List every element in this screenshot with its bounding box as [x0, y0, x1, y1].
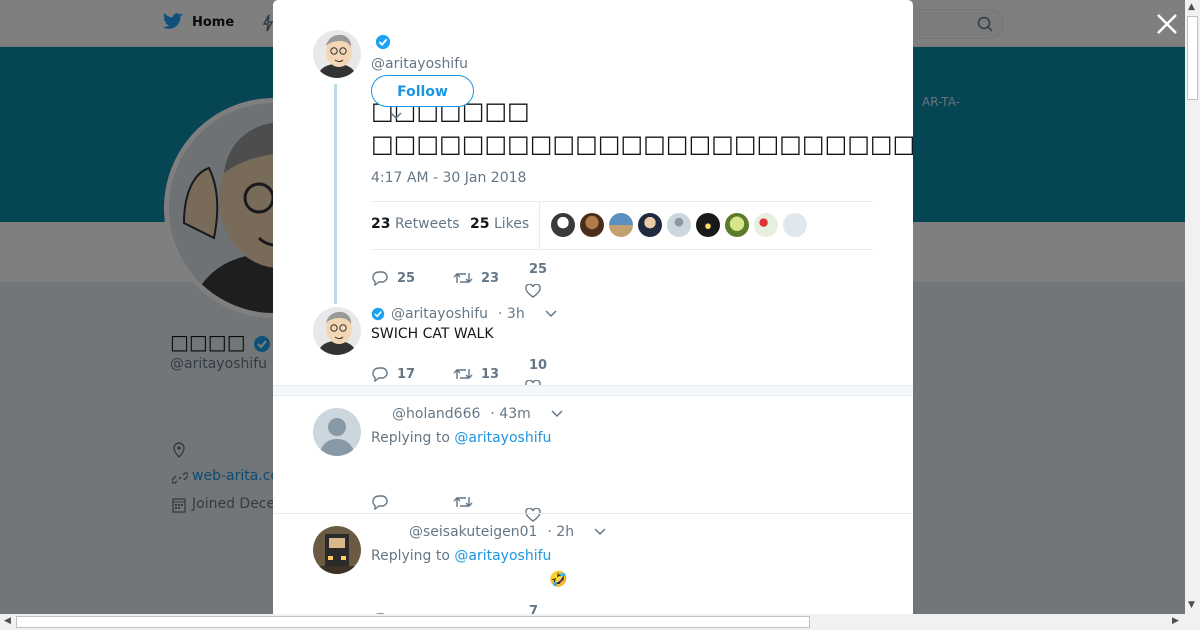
scroll-up-icon[interactable]: ▲	[1188, 2, 1195, 12]
liker-avatar[interactable]	[551, 213, 575, 237]
liker-avatars	[551, 213, 807, 237]
vertical-scroll-thumb[interactable]	[1187, 16, 1198, 100]
reply-actions: 1 7	[371, 604, 575, 614]
heart-icon	[525, 284, 541, 298]
like-count: 7	[529, 604, 539, 614]
replying-to: Replying to @aritayoshifu	[371, 548, 551, 564]
replying-to: Replying to @aritayoshifu	[371, 430, 551, 446]
reply-button[interactable]	[371, 494, 453, 510]
tweet-author-avatar[interactable]	[313, 30, 361, 78]
divider	[273, 513, 913, 514]
like-count: 25	[529, 262, 548, 277]
thread-gap	[273, 386, 913, 395]
reply-text: SWICH CAT WALK	[371, 326, 494, 342]
replying-to-mention[interactable]: @aritayoshifu	[454, 430, 551, 446]
reply-time[interactable]: · 3h	[498, 306, 525, 322]
retweet-icon	[453, 369, 473, 379]
liker-avatar[interactable]	[638, 213, 662, 237]
replying-to-label: Replying to	[371, 430, 450, 446]
tweet-timestamp[interactable]: 4:17 AM - 30 Jan 2018	[371, 170, 526, 186]
retweet-icon	[453, 497, 473, 507]
like-count: 10	[529, 358, 548, 373]
liker-avatar[interactable]	[725, 213, 749, 237]
retweet-button[interactable]	[453, 495, 535, 509]
retweet-icon	[453, 273, 473, 283]
retweet-button[interactable]: 13	[453, 367, 535, 382]
follow-button[interactable]: Follow	[371, 75, 474, 107]
stats-divider	[539, 202, 540, 249]
verified-badge-icon	[375, 34, 391, 50]
like-button[interactable]: 25	[525, 262, 575, 298]
retweet-button[interactable]: 23	[453, 271, 535, 286]
retweets-stat-count: 23	[371, 216, 391, 232]
reply-author-avatar[interactable]	[313, 307, 361, 355]
close-icon[interactable]	[1155, 12, 1179, 36]
divider	[273, 395, 913, 396]
reply-button[interactable]: 25	[371, 270, 453, 286]
like-button[interactable]: 7	[529, 604, 575, 614]
likes-stat[interactable]: 25 Likes	[470, 216, 529, 232]
liker-avatar[interactable]	[609, 213, 633, 237]
chevron-down-icon[interactable]	[594, 528, 606, 536]
liker-avatar[interactable]	[783, 213, 807, 237]
tweet-stats: 23 Retweets 25 Likes	[371, 201, 873, 250]
reply-icon	[372, 367, 388, 382]
reply-count: 25	[397, 270, 416, 286]
replying-to-label: Replying to	[371, 548, 450, 564]
chevron-down-icon[interactable]	[551, 410, 563, 418]
reply-author-avatar[interactable]	[313, 526, 361, 574]
heart-icon	[525, 508, 541, 522]
reply-header: @seisakuteigen01 · 2h	[409, 524, 606, 540]
likes-stat-label: Likes	[493, 216, 530, 232]
reply-time[interactable]: · 2h	[547, 524, 574, 540]
tweet-modal: @aritayoshifu □□□□□□□ □□□□□□□□□□□□□□□□□□…	[273, 0, 913, 614]
retweet-count: 23	[481, 270, 500, 286]
reply-author-avatar[interactable]	[313, 408, 361, 456]
tweet-author-handle[interactable]: @aritayoshifu	[371, 56, 468, 72]
chevron-down-icon[interactable]	[390, 112, 402, 120]
reply-author-handle[interactable]: @holand666	[392, 406, 480, 422]
liker-avatar[interactable]	[754, 213, 778, 237]
retweets-stat[interactable]: 23 Retweets	[371, 216, 460, 232]
scroll-down-icon[interactable]: ▼	[1188, 600, 1195, 610]
liker-avatar[interactable]	[580, 213, 604, 237]
vertical-scrollbar[interactable]: ▲ ▼	[1185, 0, 1200, 614]
retweets-stat-label: Retweets	[394, 216, 460, 232]
reply-count: 17	[397, 366, 416, 382]
horizontal-scrollbar[interactable]: ◀ ▶	[0, 614, 1200, 630]
likes-stat-count: 25	[470, 216, 490, 232]
chevron-down-icon[interactable]	[545, 310, 557, 318]
thread-connector-line	[334, 84, 337, 304]
reply-text: 🤣	[549, 570, 568, 588]
replying-to-mention[interactable]: @aritayoshifu	[454, 548, 551, 564]
reply-header: @aritayoshifu · 3h	[371, 306, 557, 322]
retweet-count: 13	[481, 366, 500, 382]
reply-button[interactable]: 17	[371, 366, 453, 382]
liker-avatar[interactable]	[667, 213, 691, 237]
reply-author-handle[interactable]: @seisakuteigen01	[409, 524, 537, 540]
scroll-left-icon[interactable]: ◀	[4, 616, 11, 626]
reply-author-handle[interactable]: @aritayoshifu	[391, 306, 488, 322]
reply-icon	[372, 495, 388, 510]
reply-time[interactable]: · 43m	[490, 406, 530, 422]
horizontal-scroll-thumb[interactable]	[16, 616, 810, 628]
reply-header: @holand666 · 43m	[392, 406, 563, 422]
reply-icon	[372, 271, 388, 286]
tweet-actions: 25 23 25	[371, 262, 575, 298]
liker-avatar[interactable]	[696, 213, 720, 237]
verified-badge-icon	[371, 307, 385, 321]
scroll-right-icon[interactable]: ▶	[1172, 616, 1179, 626]
